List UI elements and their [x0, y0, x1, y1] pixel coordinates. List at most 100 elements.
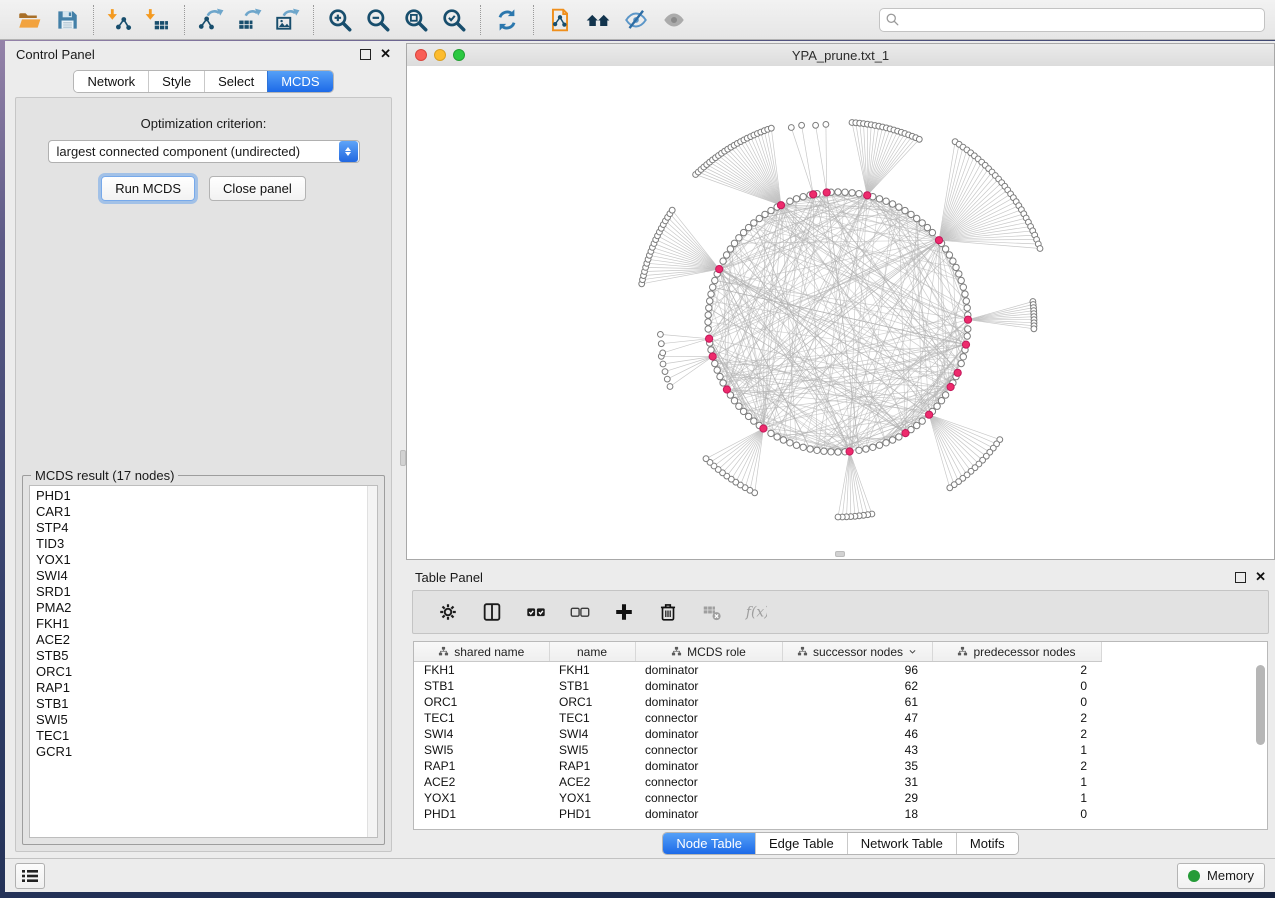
result-node[interactable]: YOX1 [36, 552, 368, 568]
select-all-button[interactable] [514, 594, 558, 630]
hide-selected-button[interactable] [617, 4, 655, 36]
zoom-selected-button[interactable] [435, 4, 473, 36]
result-node[interactable]: ACE2 [36, 632, 368, 648]
first-neighbors-icon [585, 7, 611, 33]
table-row[interactable]: YOX1YOX1connector291 [414, 790, 1101, 806]
task-history-button[interactable] [15, 863, 45, 889]
split-view-icon [481, 601, 503, 623]
zoom-in-icon [327, 7, 353, 33]
result-node[interactable]: ORC1 [36, 664, 368, 680]
column-header-shared-name[interactable]: shared name [414, 642, 549, 662]
column-header-name[interactable]: name [549, 642, 635, 662]
export-table-icon [236, 7, 262, 33]
network-canvas[interactable] [407, 66, 1274, 559]
zoom-out-button[interactable] [359, 4, 397, 36]
column-header-successor-nodes[interactable]: successor nodes [782, 642, 932, 662]
tab-node-table[interactable]: Node Table [663, 833, 755, 854]
result-node[interactable]: PHD1 [36, 488, 368, 504]
result-node[interactable]: RAP1 [36, 680, 368, 696]
delete-column-button[interactable] [646, 594, 690, 630]
settings-gear-button[interactable] [426, 594, 470, 630]
tab-motifs[interactable]: Motifs [956, 833, 1018, 854]
import-network-button[interactable] [101, 4, 139, 36]
export-image-icon [274, 7, 300, 33]
zoom-fit-icon [403, 7, 429, 33]
hide-selected-icon [623, 7, 649, 33]
column-header-predecessor-nodes[interactable]: predecessor nodes [932, 642, 1101, 662]
export-image-button[interactable] [268, 4, 306, 36]
column-type-icon [438, 646, 449, 657]
result-list-scrollbar[interactable] [367, 486, 377, 837]
table-row[interactable]: SWI4SWI4dominator462 [414, 726, 1101, 742]
column-header-MCDS-role[interactable]: MCDS role [635, 642, 782, 662]
mcds-result-list[interactable]: PHD1CAR1STP4TID3YOX1SWI4SRD1PMA2FKH1ACE2… [29, 485, 378, 838]
cell-shared-name: RAP1 [414, 758, 549, 774]
network-window-titlebar[interactable]: YPA_prune.txt_1 [407, 44, 1274, 67]
float-table-panel-icon[interactable] [1235, 572, 1246, 583]
table-row[interactable]: ACE2ACE2connector311 [414, 774, 1101, 790]
table-row[interactable]: SWI5SWI5connector431 [414, 742, 1101, 758]
close-table-panel-icon[interactable]: ✕ [1255, 572, 1266, 582]
result-node[interactable]: CAR1 [36, 504, 368, 520]
result-node[interactable]: TEC1 [36, 728, 368, 744]
svg-text:f(x): f(x) [745, 605, 767, 621]
tab-edge-table[interactable]: Edge Table [755, 833, 847, 854]
tab-network-table[interactable]: Network Table [847, 833, 956, 854]
close-panel-button[interactable]: Close panel [209, 176, 306, 201]
zoom-fit-button[interactable] [397, 4, 435, 36]
split-view-button[interactable] [470, 594, 514, 630]
result-node[interactable]: GCR1 [36, 744, 368, 760]
result-node[interactable]: FKH1 [36, 616, 368, 632]
import-table-button[interactable] [139, 4, 177, 36]
save-session-button[interactable] [48, 4, 86, 36]
memory-button[interactable]: Memory [1177, 863, 1265, 889]
result-node[interactable]: SWI4 [36, 568, 368, 584]
result-node[interactable]: STB1 [36, 696, 368, 712]
open-file-button[interactable] [10, 4, 48, 36]
column-type-icon [797, 646, 808, 657]
run-mcds-button[interactable]: Run MCDS [101, 176, 195, 201]
dominator-node [954, 369, 961, 376]
network-from-selection-button[interactable] [541, 4, 579, 36]
tab-select[interactable]: Select [204, 71, 267, 92]
search-box[interactable] [879, 8, 1265, 32]
memory-label: Memory [1207, 868, 1254, 883]
cell-shared-name: SWI5 [414, 742, 549, 758]
result-node[interactable]: STB5 [36, 648, 368, 664]
table-row[interactable]: STB1STB1dominator620 [414, 678, 1101, 694]
network-window: YPA_prune.txt_1 [406, 43, 1275, 560]
tab-mcds[interactable]: MCDS [267, 71, 332, 92]
zoom-in-button[interactable] [321, 4, 359, 36]
apply-preferred-layout-button[interactable] [488, 4, 526, 36]
add-column-button[interactable] [602, 594, 646, 630]
optimization-select[interactable]: largest connected component (undirected) [48, 140, 360, 163]
result-node[interactable]: PMA2 [36, 600, 368, 616]
table-row[interactable]: TEC1TEC1connector472 [414, 710, 1101, 726]
export-table-button[interactable] [230, 4, 268, 36]
table-row[interactable]: RAP1RAP1dominator352 [414, 758, 1101, 774]
table-row[interactable]: FKH1FKH1dominator962 [414, 662, 1101, 679]
cell-MCDS-role: dominator [635, 694, 782, 710]
tab-style[interactable]: Style [148, 71, 204, 92]
splitter-grip-horizontal-icon[interactable] [835, 551, 845, 557]
show-all-button[interactable] [655, 4, 693, 36]
deselect-all-button[interactable] [558, 594, 602, 630]
table-scrollbar[interactable] [1256, 663, 1265, 825]
list-icon [22, 869, 38, 883]
result-node[interactable]: STP4 [36, 520, 368, 536]
close-panel-icon[interactable]: ✕ [380, 49, 391, 59]
result-node[interactable]: TID3 [36, 536, 368, 552]
cell-shared-name: STB1 [414, 678, 549, 694]
export-network-button[interactable] [192, 4, 230, 36]
table-scrollbar-thumb[interactable] [1256, 665, 1265, 745]
delete-table-icon [701, 601, 723, 623]
table-row[interactable]: PHD1PHD1dominator180 [414, 806, 1101, 822]
first-neighbors-button[interactable] [579, 4, 617, 36]
result-node[interactable]: SRD1 [36, 584, 368, 600]
table-row[interactable]: ORC1ORC1dominator610 [414, 694, 1101, 710]
tab-network[interactable]: Network [74, 71, 148, 92]
network-graph[interactable] [407, 66, 1274, 557]
float-panel-icon[interactable] [360, 49, 371, 60]
result-node[interactable]: SWI5 [36, 712, 368, 728]
search-input[interactable] [900, 11, 1259, 28]
